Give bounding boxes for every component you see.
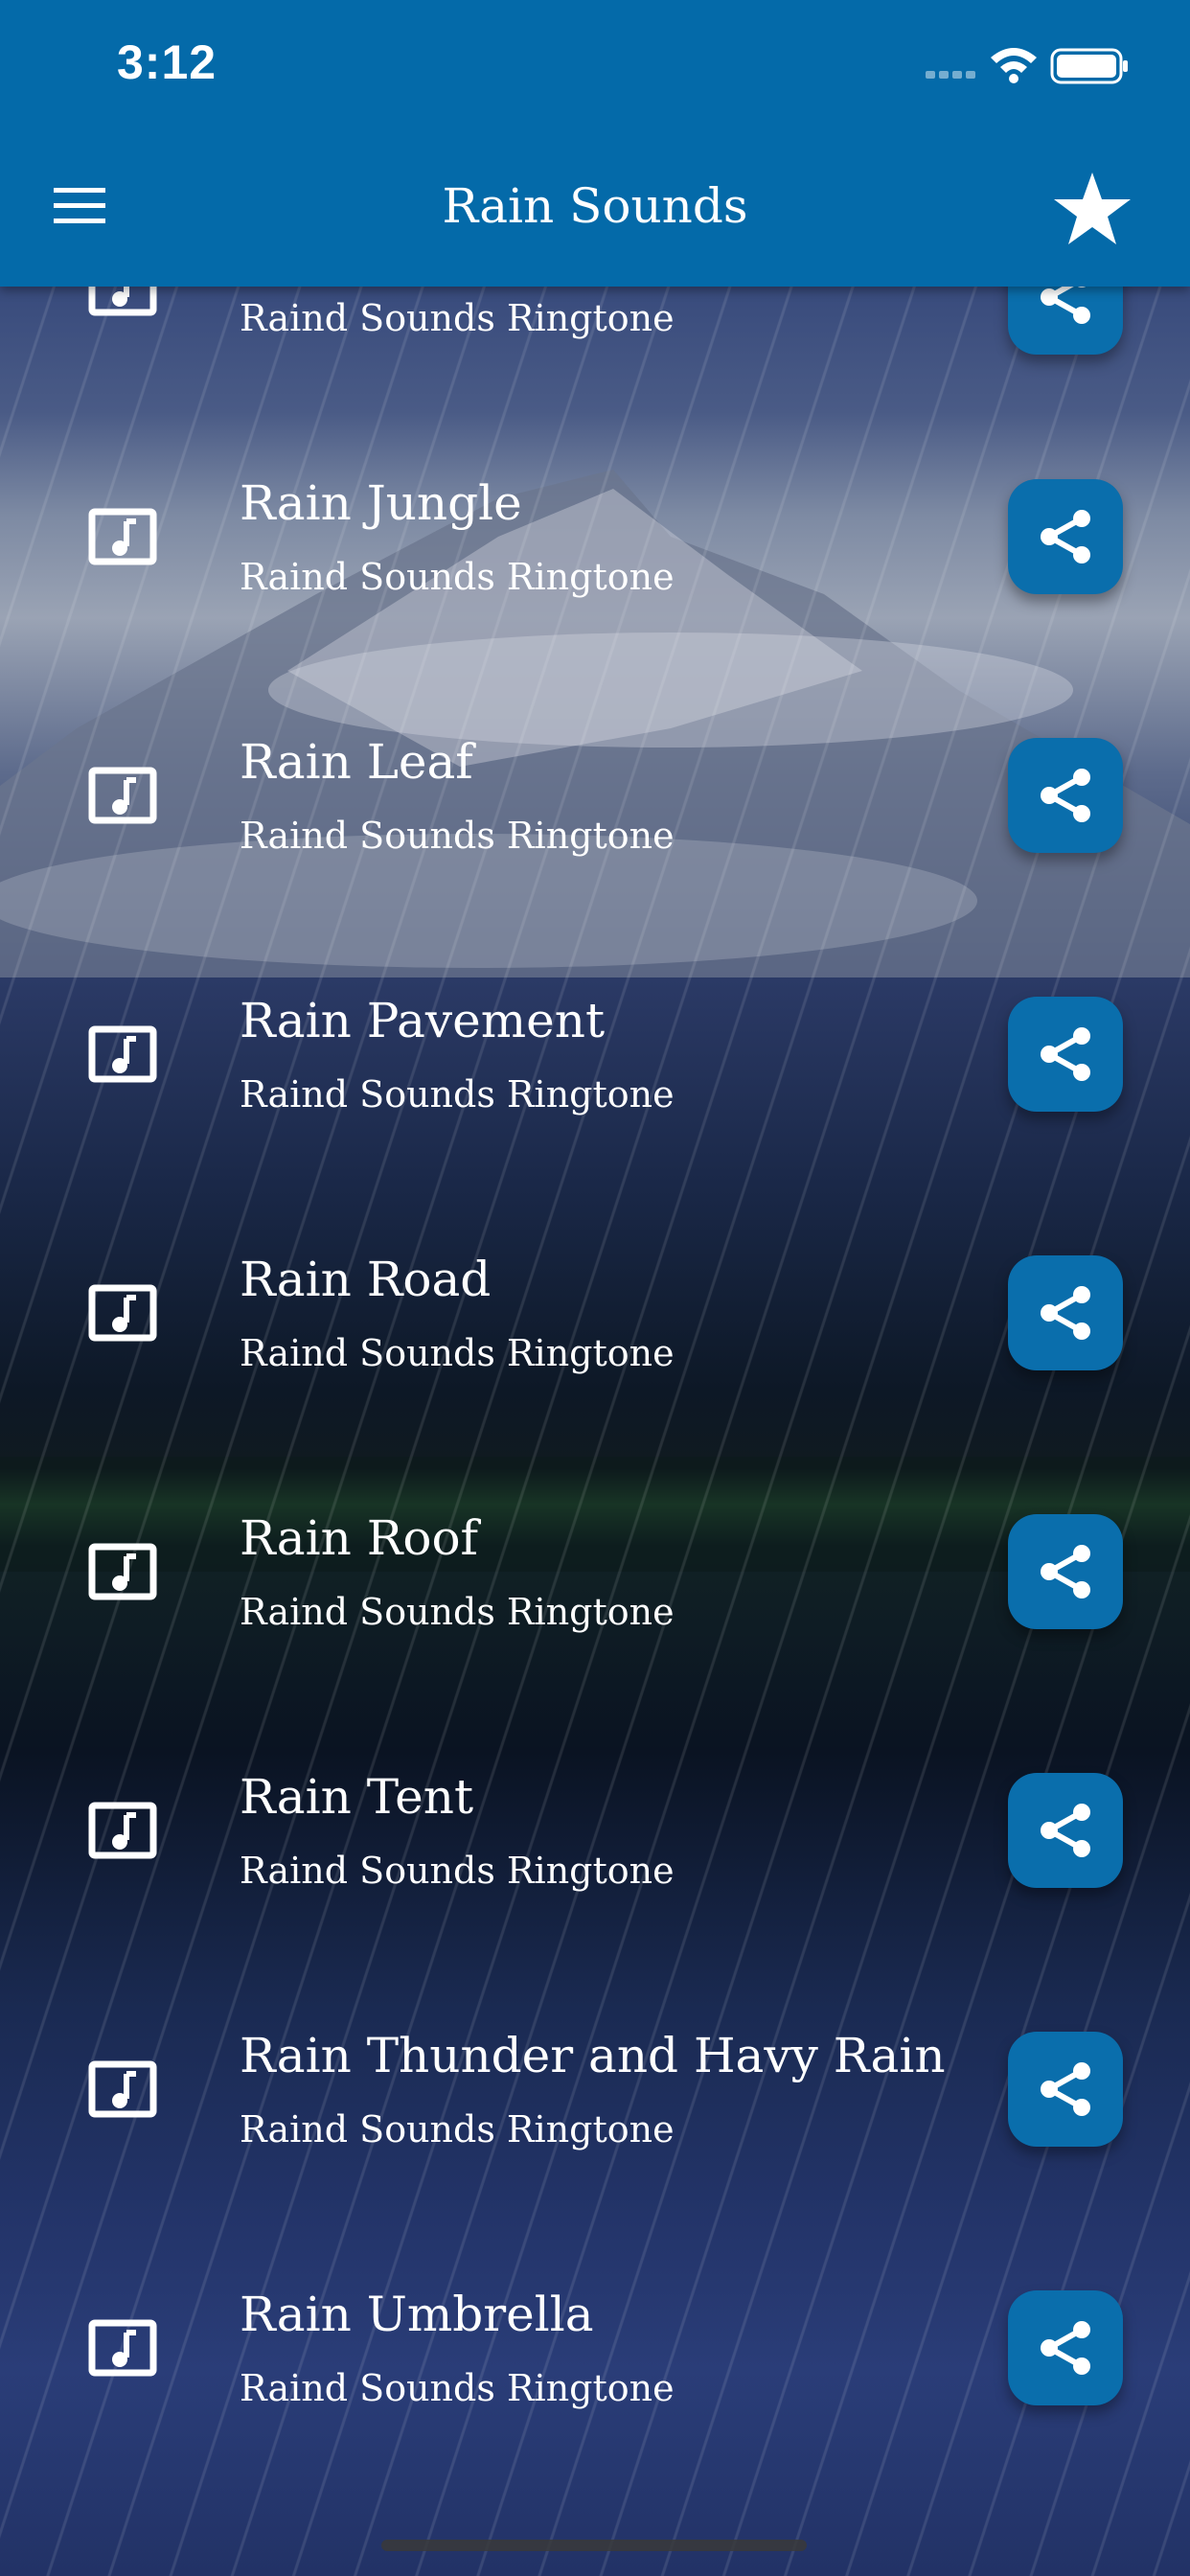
list-item[interactable]: Rain Tent Raind Sounds Ringtone [0, 1754, 1190, 1907]
list-item-title: Rain Tent [240, 1769, 474, 1825]
list-item-title: Rain Pavement [240, 993, 606, 1048]
music-note-icon [88, 1025, 157, 1083]
list-item-title: Rain Umbrella [240, 2287, 594, 2342]
share-icon [1041, 1027, 1090, 1081]
page-title: Rain Sounds [442, 178, 748, 234]
list-item[interactable]: Rain Thunder and Havy Rain Raind Sounds … [0, 2012, 1190, 2166]
list-item-title: Rain Jungle [240, 475, 522, 531]
share-icon [1041, 2321, 1090, 2375]
music-note-icon [88, 1284, 157, 1342]
list-item-subtitle: Raind Sounds Ringtone [240, 297, 675, 339]
list-item-title: Rain Roof [240, 1510, 479, 1566]
music-note-icon [88, 767, 157, 824]
list-item-title: Rain Thunder and Havy Rain [240, 2028, 946, 2083]
status-time: 3:12 [117, 35, 217, 89]
navigation-bar: 3:12 Rain Sounds [0, 0, 1190, 287]
list-item-title: Rain Road [240, 1252, 492, 1307]
list-item-subtitle: Raind Sounds Ringtone [240, 1073, 675, 1116]
share-icon [1041, 769, 1090, 822]
battery-icon [1050, 48, 1128, 84]
home-indicator [381, 2540, 807, 2551]
share-button[interactable] [1008, 2032, 1123, 2147]
list-item-subtitle: Raind Sounds Ringtone [240, 2367, 675, 2409]
list-item-subtitle: Raind Sounds Ringtone [240, 1332, 675, 1374]
list-item-subtitle: Raind Sounds Ringtone [240, 1591, 675, 1633]
star-icon[interactable] [1052, 171, 1133, 247]
status-icons [926, 48, 1128, 84]
signal-icon [926, 71, 975, 79]
music-note-icon [88, 508, 157, 565]
list-item-subtitle: Raind Sounds Ringtone [240, 2108, 675, 2150]
share-button[interactable] [1008, 1514, 1123, 1629]
share-button[interactable] [1008, 1773, 1123, 1888]
share-icon [1041, 1804, 1090, 1857]
list-item[interactable]: Rain Leaf Raind Sounds Ringtone [0, 719, 1190, 872]
list-item[interactable]: Rain Road Raind Sounds Ringtone [0, 1236, 1190, 1390]
list-item[interactable]: Rain Jungle Raind Sounds Ringtone [0, 460, 1190, 613]
share-icon [1041, 510, 1090, 564]
share-icon [1041, 1286, 1090, 1340]
share-button[interactable] [1008, 1255, 1123, 1370]
music-note-icon [88, 1802, 157, 1859]
share-button[interactable] [1008, 738, 1123, 853]
list-item-subtitle: Raind Sounds Ringtone [240, 556, 675, 598]
share-button[interactable] [1008, 479, 1123, 594]
share-icon [1041, 1545, 1090, 1598]
list-item[interactable]: Rain Pavement Raind Sounds Ringtone [0, 978, 1190, 1131]
share-button[interactable] [1008, 2290, 1123, 2405]
music-note-icon [88, 2060, 157, 2118]
share-button[interactable] [1008, 997, 1123, 1112]
list-item-subtitle: Raind Sounds Ringtone [240, 815, 675, 857]
share-icon [1041, 2062, 1090, 2116]
list-item[interactable]: Rain Umbrella Raind Sounds Ringtone [0, 2271, 1190, 2425]
list-item-title: Rain Leaf [240, 734, 473, 790]
music-note-icon [88, 1543, 157, 1600]
list-item[interactable]: Rain Roof Raind Sounds Ringtone [0, 1495, 1190, 1648]
list-item-subtitle: Raind Sounds Ringtone [240, 1850, 675, 1892]
wifi-icon [991, 48, 1037, 83]
music-note-icon [88, 2319, 157, 2377]
